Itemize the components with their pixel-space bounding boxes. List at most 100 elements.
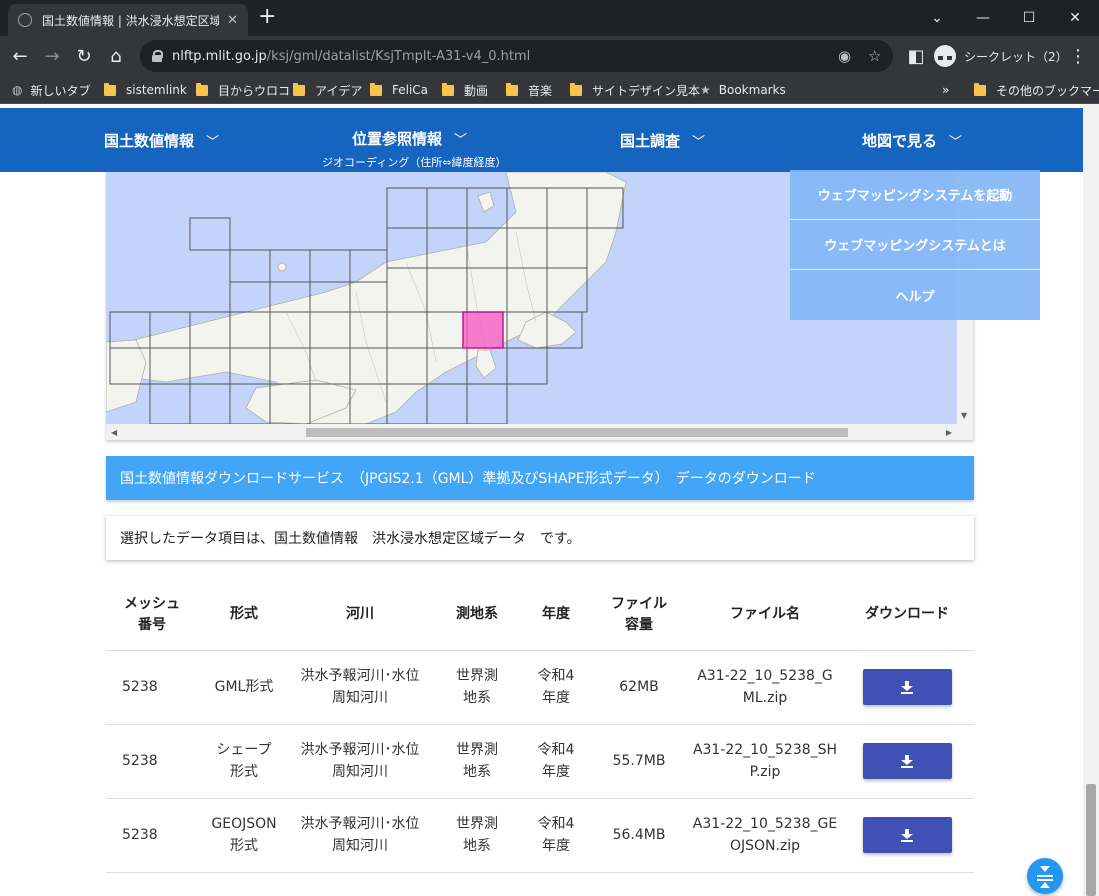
back-icon[interactable]: ← bbox=[6, 42, 34, 70]
chevron-down-icon: ﹀ bbox=[692, 135, 706, 150]
sado-land bbox=[477, 191, 495, 213]
nav-geocoding-sublabel[interactable]: ジオコーディング（住所⇔緯度経度） bbox=[322, 154, 506, 170]
page-scrollbar[interactable] bbox=[1083, 104, 1099, 896]
scroll-down-arrow-icon[interactable]: ▼ bbox=[961, 411, 967, 420]
collapse-fab-button[interactable] bbox=[1027, 858, 1063, 894]
eye-off-icon[interactable]: ◉ bbox=[838, 47, 851, 65]
mesh-cell[interactable] bbox=[189, 383, 231, 425]
nav-ichi-sansho[interactable]: 位置参照情報 ﹀ bbox=[352, 128, 467, 149]
incognito-profile-button[interactable]: シークレット（2） bbox=[934, 42, 1068, 70]
bookmark-site-design[interactable]: サイトデザイン見本 bbox=[570, 81, 700, 99]
forward-icon[interactable]: → bbox=[38, 42, 66, 70]
cell-year: 令和4 年度 bbox=[524, 724, 588, 799]
bookmark-new-tab[interactable]: ◍ 新しいタブ bbox=[12, 81, 91, 99]
site-nav: 国土数値情報 ﹀ 位置参照情報 ﹀ ジオコーディング（住所⇔緯度経度） 国土調査 ﹀ … bbox=[0, 108, 1083, 172]
mesh-cell[interactable] bbox=[506, 347, 548, 385]
cell-size: 55.7MB bbox=[588, 724, 690, 799]
tab-title: 国土数値情報 | 洪水浸水想定区域 bbox=[42, 13, 220, 28]
cell-mesh: 5238 bbox=[106, 650, 198, 725]
nav-kokudo-suuchi[interactable]: 国土数値情報 ﹀ bbox=[104, 130, 219, 151]
header-format: 形式 bbox=[198, 580, 290, 651]
header-filename: ファイル名 bbox=[690, 580, 840, 651]
chevron-down-icon: ﹀ bbox=[206, 135, 220, 150]
help-link[interactable]: ヘルプ bbox=[790, 270, 1040, 320]
map-horizontal-scrollbar[interactable]: ◀ ▶ bbox=[106, 424, 973, 440]
cell-mesh: 5238 bbox=[106, 798, 198, 873]
folder-icon bbox=[570, 82, 582, 96]
bookmark-music[interactable]: 音楽 bbox=[506, 81, 552, 99]
cell-download bbox=[840, 798, 974, 873]
mesh-cell[interactable] bbox=[269, 249, 311, 283]
new-tab-button[interactable]: + bbox=[258, 4, 276, 30]
address-bar[interactable]: nlftp.mlit.go.jp/ksj/gml/datalist/KsjTmp… bbox=[140, 40, 893, 72]
lock-icon bbox=[152, 50, 163, 62]
kyushu-land bbox=[106, 339, 147, 413]
about-web-mapping-link[interactable]: ウェブマッピングシステムとは bbox=[790, 220, 1040, 270]
cell-filename: A31-22_10_5238_G ML.zip bbox=[690, 650, 840, 725]
header-river: 河川 bbox=[290, 580, 430, 651]
scroll-right-arrow-icon[interactable]: ▶ bbox=[946, 428, 952, 437]
selected-data-notice: 選択したデータ項目は、国土数値情報 洪水浸水想定区域データ です。 bbox=[106, 516, 974, 560]
tab-search-icon[interactable]: ⌄ bbox=[914, 0, 960, 36]
cell-size: 56.4MB bbox=[588, 798, 690, 873]
cell-river: 洪水予報河川･水位 周知河川 bbox=[290, 724, 430, 799]
mesh-cell[interactable] bbox=[386, 187, 428, 229]
download-icon bbox=[901, 828, 913, 842]
menu-icon[interactable]: ⋮ bbox=[1064, 42, 1092, 70]
close-tab-icon[interactable]: ✕ bbox=[227, 13, 238, 28]
chevron-down-icon: ﹀ bbox=[949, 135, 963, 150]
star-icon[interactable]: ☆ bbox=[868, 47, 881, 65]
nav-kokudo-chosa[interactable]: 国土調査 ﹀ bbox=[620, 130, 705, 151]
bookmark-other[interactable]: その他のブックマーク bbox=[974, 81, 1099, 99]
mesh-cell[interactable] bbox=[426, 383, 468, 425]
mesh-cell[interactable] bbox=[189, 217, 231, 251]
folder-icon bbox=[370, 82, 382, 96]
cell-format: GML形式 bbox=[198, 650, 290, 725]
download-shape-button[interactable] bbox=[862, 743, 952, 779]
browser-tab[interactable]: 国土数値情報 | 洪水浸水想定区域 ✕ bbox=[8, 4, 248, 36]
minimize-icon[interactable]: — bbox=[960, 0, 1006, 36]
mesh-cell[interactable] bbox=[229, 249, 271, 283]
bookmark-sistemlink[interactable]: sistemlink bbox=[104, 81, 187, 99]
bookmark-bookmarks[interactable]: ★ Bookmarks bbox=[700, 81, 786, 99]
bookmark-idea[interactable]: アイデア bbox=[293, 81, 362, 99]
profile-label: シークレット（2） bbox=[964, 49, 1068, 64]
home-icon[interactable]: ⌂ bbox=[102, 42, 130, 70]
folder-icon bbox=[974, 82, 986, 96]
maximize-icon[interactable]: ☐ bbox=[1006, 0, 1052, 36]
page-scroll-thumb[interactable] bbox=[1086, 784, 1096, 896]
mesh-cell[interactable] bbox=[149, 383, 191, 425]
bookmark-mekara-uroko[interactable]: 目からウロコ bbox=[196, 81, 290, 99]
cell-datum: 世界測 地系 bbox=[430, 724, 524, 799]
mesh-cell[interactable] bbox=[426, 187, 468, 229]
nav-chizu-de-miru[interactable]: 地図で見る ﹀ bbox=[862, 130, 962, 151]
folder-icon bbox=[293, 82, 305, 96]
bookmark-video[interactable]: 動画 bbox=[442, 81, 488, 99]
cell-river: 洪水予報河川･水位 周知河川 bbox=[290, 798, 430, 873]
mesh-cell[interactable] bbox=[466, 383, 508, 425]
reload-icon[interactable]: ↻ bbox=[70, 42, 98, 70]
cell-filename: A31-22_10_5238_SH P.zip bbox=[690, 724, 840, 799]
side-panel-icon[interactable]: ◧ bbox=[902, 42, 930, 70]
folder-icon bbox=[104, 82, 116, 96]
download-geojson-button[interactable] bbox=[862, 817, 952, 853]
cell-datum: 世界測 地系 bbox=[430, 650, 524, 725]
close-window-icon[interactable]: ✕ bbox=[1052, 0, 1098, 36]
selected-mesh-5238[interactable] bbox=[462, 311, 504, 349]
incognito-icon bbox=[934, 45, 956, 67]
folder-icon bbox=[506, 82, 518, 96]
izu-land bbox=[475, 349, 497, 379]
mesh-cell[interactable] bbox=[309, 249, 351, 283]
bookmark-felica[interactable]: FeliCa bbox=[370, 81, 428, 99]
table-row: 5238 シェープ 形式 洪水予報河川･水位 周知河川 世界測 地系 令和4 年度 55… bbox=[106, 724, 974, 799]
table-header-row: メッシュ 番号 形式 河川 測地系 年度 ファイル 容量 ファイル名 ダウンロード bbox=[106, 580, 974, 651]
chevron-down-icon: ﹀ bbox=[454, 133, 468, 148]
map-hscroll-thumb[interactable] bbox=[306, 428, 848, 437]
bookmarks-overflow[interactable]: » bbox=[942, 81, 949, 99]
launch-web-mapping-button[interactable]: ウェブマッピングシステムを起動 bbox=[790, 170, 1040, 220]
scroll-left-arrow-icon[interactable]: ◀ bbox=[111, 428, 117, 437]
web-mapping-menu: ウェブマッピングシステムを起動 ウェブマッピングシステムとは ヘルプ bbox=[790, 170, 1040, 320]
download-gml-button[interactable] bbox=[862, 669, 952, 705]
url-text[interactable]: nlftp.mlit.go.jp/ksj/gml/datalist/KsjTmp… bbox=[172, 49, 530, 64]
header-year: 年度 bbox=[524, 580, 588, 651]
